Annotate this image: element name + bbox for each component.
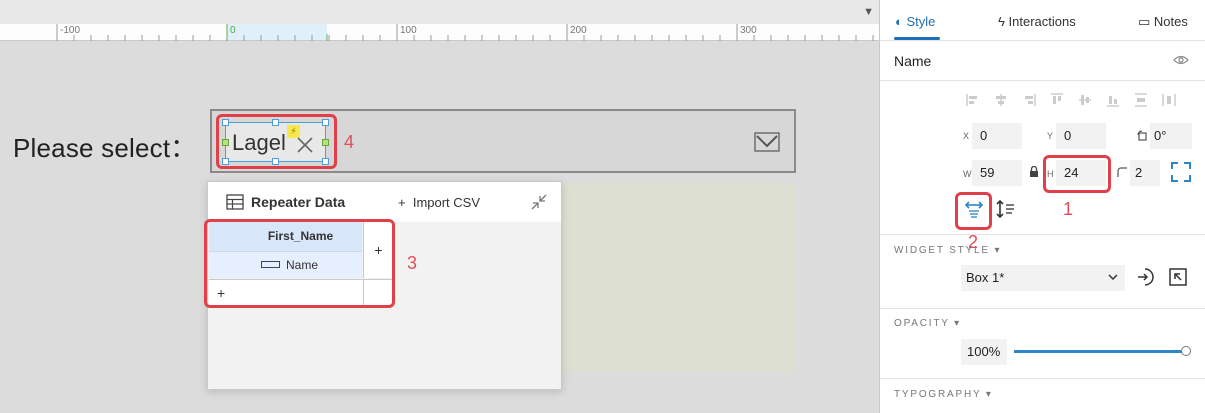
divider: [880, 40, 1205, 41]
opacity-slider-track[interactable]: [1014, 350, 1186, 353]
repeater-title: Repeater Data: [251, 194, 346, 210]
plus-icon: +: [398, 195, 406, 210]
align-center-icon[interactable]: [994, 93, 1008, 107]
x-label: X: [963, 131, 970, 141]
align-bottom-icon[interactable]: [1106, 93, 1120, 107]
callout-number-3: 3: [407, 253, 418, 273]
distribute-vertical-icon[interactable]: [1162, 93, 1176, 107]
ruler-label: 300: [740, 25, 757, 36]
comment-icon: ▭: [1138, 14, 1151, 29]
ruler-label: 200: [570, 25, 587, 36]
tab-notes-label: Notes: [1153, 14, 1188, 29]
chevron-down-icon: [1108, 274, 1118, 281]
tab-notes[interactable]: ▭ Notes: [1138, 14, 1188, 30]
ruler-label: 0: [230, 25, 236, 36]
corner-radius-field[interactable]: 2: [1130, 160, 1160, 186]
style-editor-icon[interactable]: [1169, 268, 1187, 286]
style-icon: ◐: [895, 14, 903, 29]
design-canvas[interactable]: ▼ -100 0 100 200 300 Please select： Lage…: [0, 0, 880, 413]
chevron-down-icon[interactable]: [754, 132, 780, 152]
callout-box-1: [1043, 155, 1111, 193]
table-icon: [226, 194, 244, 210]
align-left-icon[interactable]: [966, 93, 980, 107]
divider: [880, 234, 1205, 235]
corner-radius-icon: [1117, 167, 1127, 177]
callout-box-3: [204, 219, 395, 308]
callout-box-4: [216, 114, 337, 169]
collapse-icon[interactable]: [530, 193, 548, 211]
widget-style-select[interactable]: Box 1*: [961, 265, 1125, 291]
opacity-field[interactable]: 100%: [961, 339, 1007, 365]
rotation-field[interactable]: 0°: [1150, 123, 1192, 149]
w-label: W: [963, 169, 972, 179]
align-right-icon[interactable]: [1022, 93, 1036, 107]
callout-box-2: [955, 192, 992, 230]
x-field[interactable]: 0: [972, 123, 1022, 149]
distribute-horizontal-icon[interactable]: [1134, 93, 1148, 107]
tab-style-label: Style: [906, 14, 936, 29]
import-csv-button[interactable]: + Import CSV: [398, 195, 480, 210]
align-top-icon[interactable]: [1050, 93, 1064, 107]
horizontal-ruler: -100 0 100 200 300: [0, 24, 879, 41]
eye-icon[interactable]: [1173, 54, 1189, 66]
repeater-canvas-area: [560, 183, 796, 372]
tab-interactions-label: Interactions: [1008, 14, 1076, 29]
tab-interactions[interactable]: ϟ Interactions: [998, 14, 1076, 29]
tab-style[interactable]: ◐ Style: [895, 14, 935, 29]
inspector-panel: ◐ Style ϟ Interactions ▭ Notes Name X 0 …: [880, 0, 1205, 413]
divider: [880, 80, 1205, 81]
widget-style-value: Box 1*: [966, 270, 1005, 285]
fit-to-content-icon[interactable]: [1171, 162, 1191, 182]
y-field[interactable]: 0: [1056, 123, 1106, 149]
please-select-label: Please select：: [13, 133, 197, 163]
lightning-icon: ϟ: [998, 14, 1005, 29]
lock-icon[interactable]: [1029, 166, 1039, 178]
callout-number-1: 1: [1063, 199, 1074, 219]
opacity-slider-thumb[interactable]: [1181, 346, 1191, 356]
y-label: Y: [1047, 131, 1054, 141]
update-style-icon[interactable]: [1136, 267, 1154, 287]
widget-style-title[interactable]: WIDGET STYLE ▾: [894, 245, 1001, 256]
widget-name-field[interactable]: Name: [894, 53, 931, 69]
typography-title[interactable]: TYPOGRAPHY ▾: [894, 389, 993, 400]
opacity-title[interactable]: OPACITY ▾: [894, 318, 961, 329]
divider: [880, 308, 1205, 309]
ruler-label: -100: [60, 25, 81, 36]
ruler-label: 100: [400, 25, 417, 36]
caret-down-icon[interactable]: ▼: [863, 6, 874, 18]
divider: [880, 378, 1205, 379]
rotate-icon: [1137, 130, 1147, 141]
width-field[interactable]: 59: [972, 160, 1022, 186]
import-csv-label: Import CSV: [412, 195, 481, 210]
callout-number-4: 4: [344, 132, 355, 152]
auto-fit-height-icon[interactable]: [996, 199, 1016, 219]
canvas-top-bar: ▼: [0, 0, 879, 24]
align-middle-icon[interactable]: [1078, 93, 1092, 107]
repeater-header: Repeater Data + Import CSV: [208, 182, 561, 222]
